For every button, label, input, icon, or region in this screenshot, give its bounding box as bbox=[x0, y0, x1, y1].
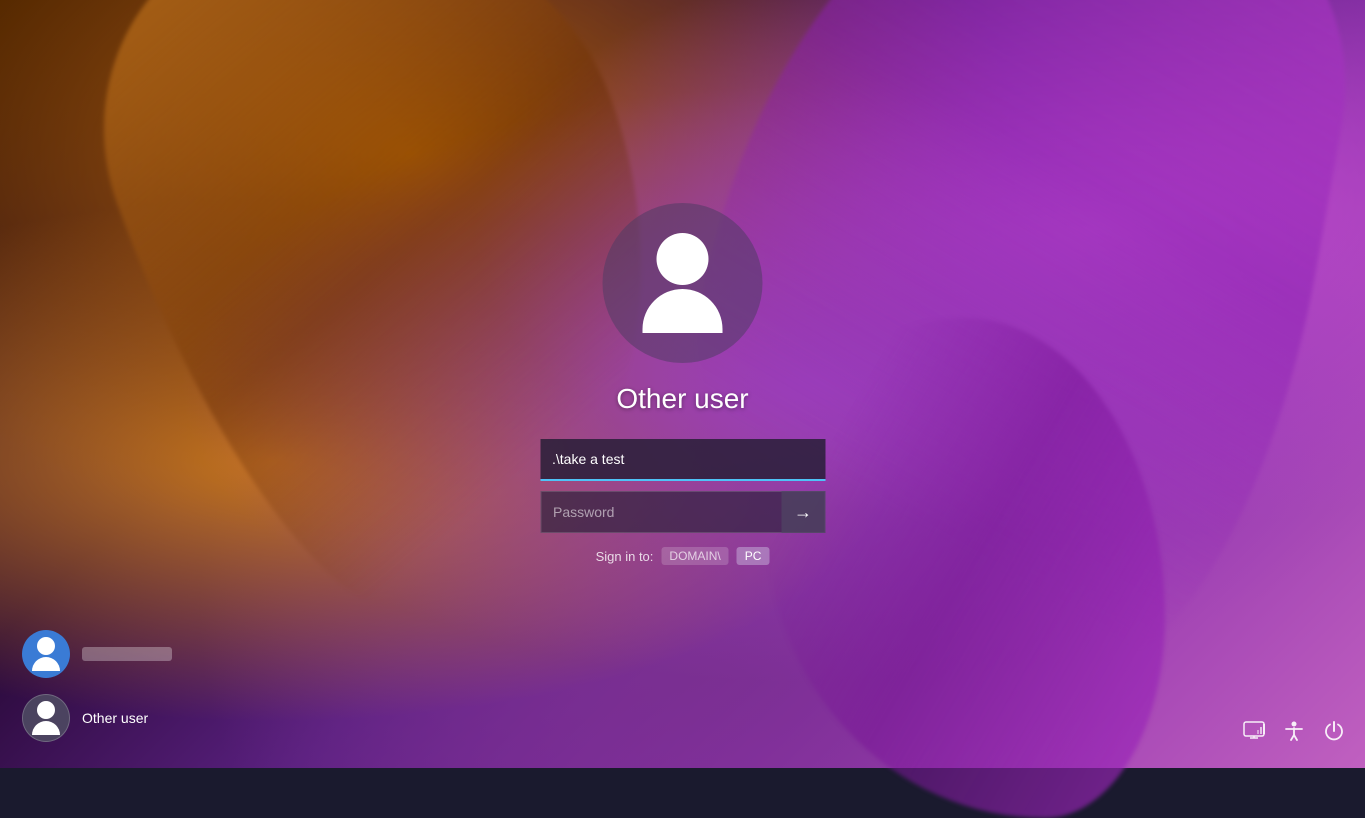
avatar-body bbox=[643, 289, 723, 333]
other-avatar-head bbox=[37, 701, 55, 719]
primary-user-name-blurred bbox=[82, 647, 172, 661]
primary-user-avatar bbox=[22, 630, 70, 678]
other-user-item[interactable]: Other user bbox=[16, 688, 196, 748]
other-user-avatar bbox=[22, 694, 70, 742]
system-icons-bar bbox=[1243, 720, 1345, 748]
sign-in-to-row: Sign in to: DOMAIN\ PC bbox=[596, 547, 770, 565]
user-avatar-container bbox=[603, 203, 763, 363]
primary-user-item[interactable] bbox=[16, 624, 196, 684]
primary-avatar-head bbox=[37, 637, 55, 655]
login-panel: Other user → Sign in to: DOMAIN\ PC bbox=[540, 203, 825, 565]
user-list: Other user bbox=[16, 624, 196, 748]
power-icon[interactable] bbox=[1323, 720, 1345, 748]
other-user-label: Other user bbox=[82, 710, 148, 726]
display-icon[interactable] bbox=[1243, 720, 1265, 748]
user-display-name: Other user bbox=[616, 383, 748, 415]
password-row: → bbox=[540, 491, 825, 533]
avatar-head bbox=[657, 233, 709, 285]
user-avatar-icon bbox=[643, 233, 723, 333]
domain-part2: PC bbox=[737, 547, 770, 565]
sign-in-to-label: Sign in to: bbox=[596, 549, 654, 564]
primary-avatar-icon bbox=[32, 637, 60, 671]
other-avatar-icon bbox=[32, 701, 60, 735]
other-avatar-body bbox=[32, 721, 60, 735]
domain-part1: DOMAIN\ bbox=[661, 547, 728, 565]
sign-in-button[interactable]: → bbox=[781, 491, 825, 533]
username-input[interactable] bbox=[540, 439, 825, 481]
primary-avatar-body bbox=[32, 657, 60, 671]
accessibility-icon[interactable] bbox=[1283, 720, 1305, 748]
